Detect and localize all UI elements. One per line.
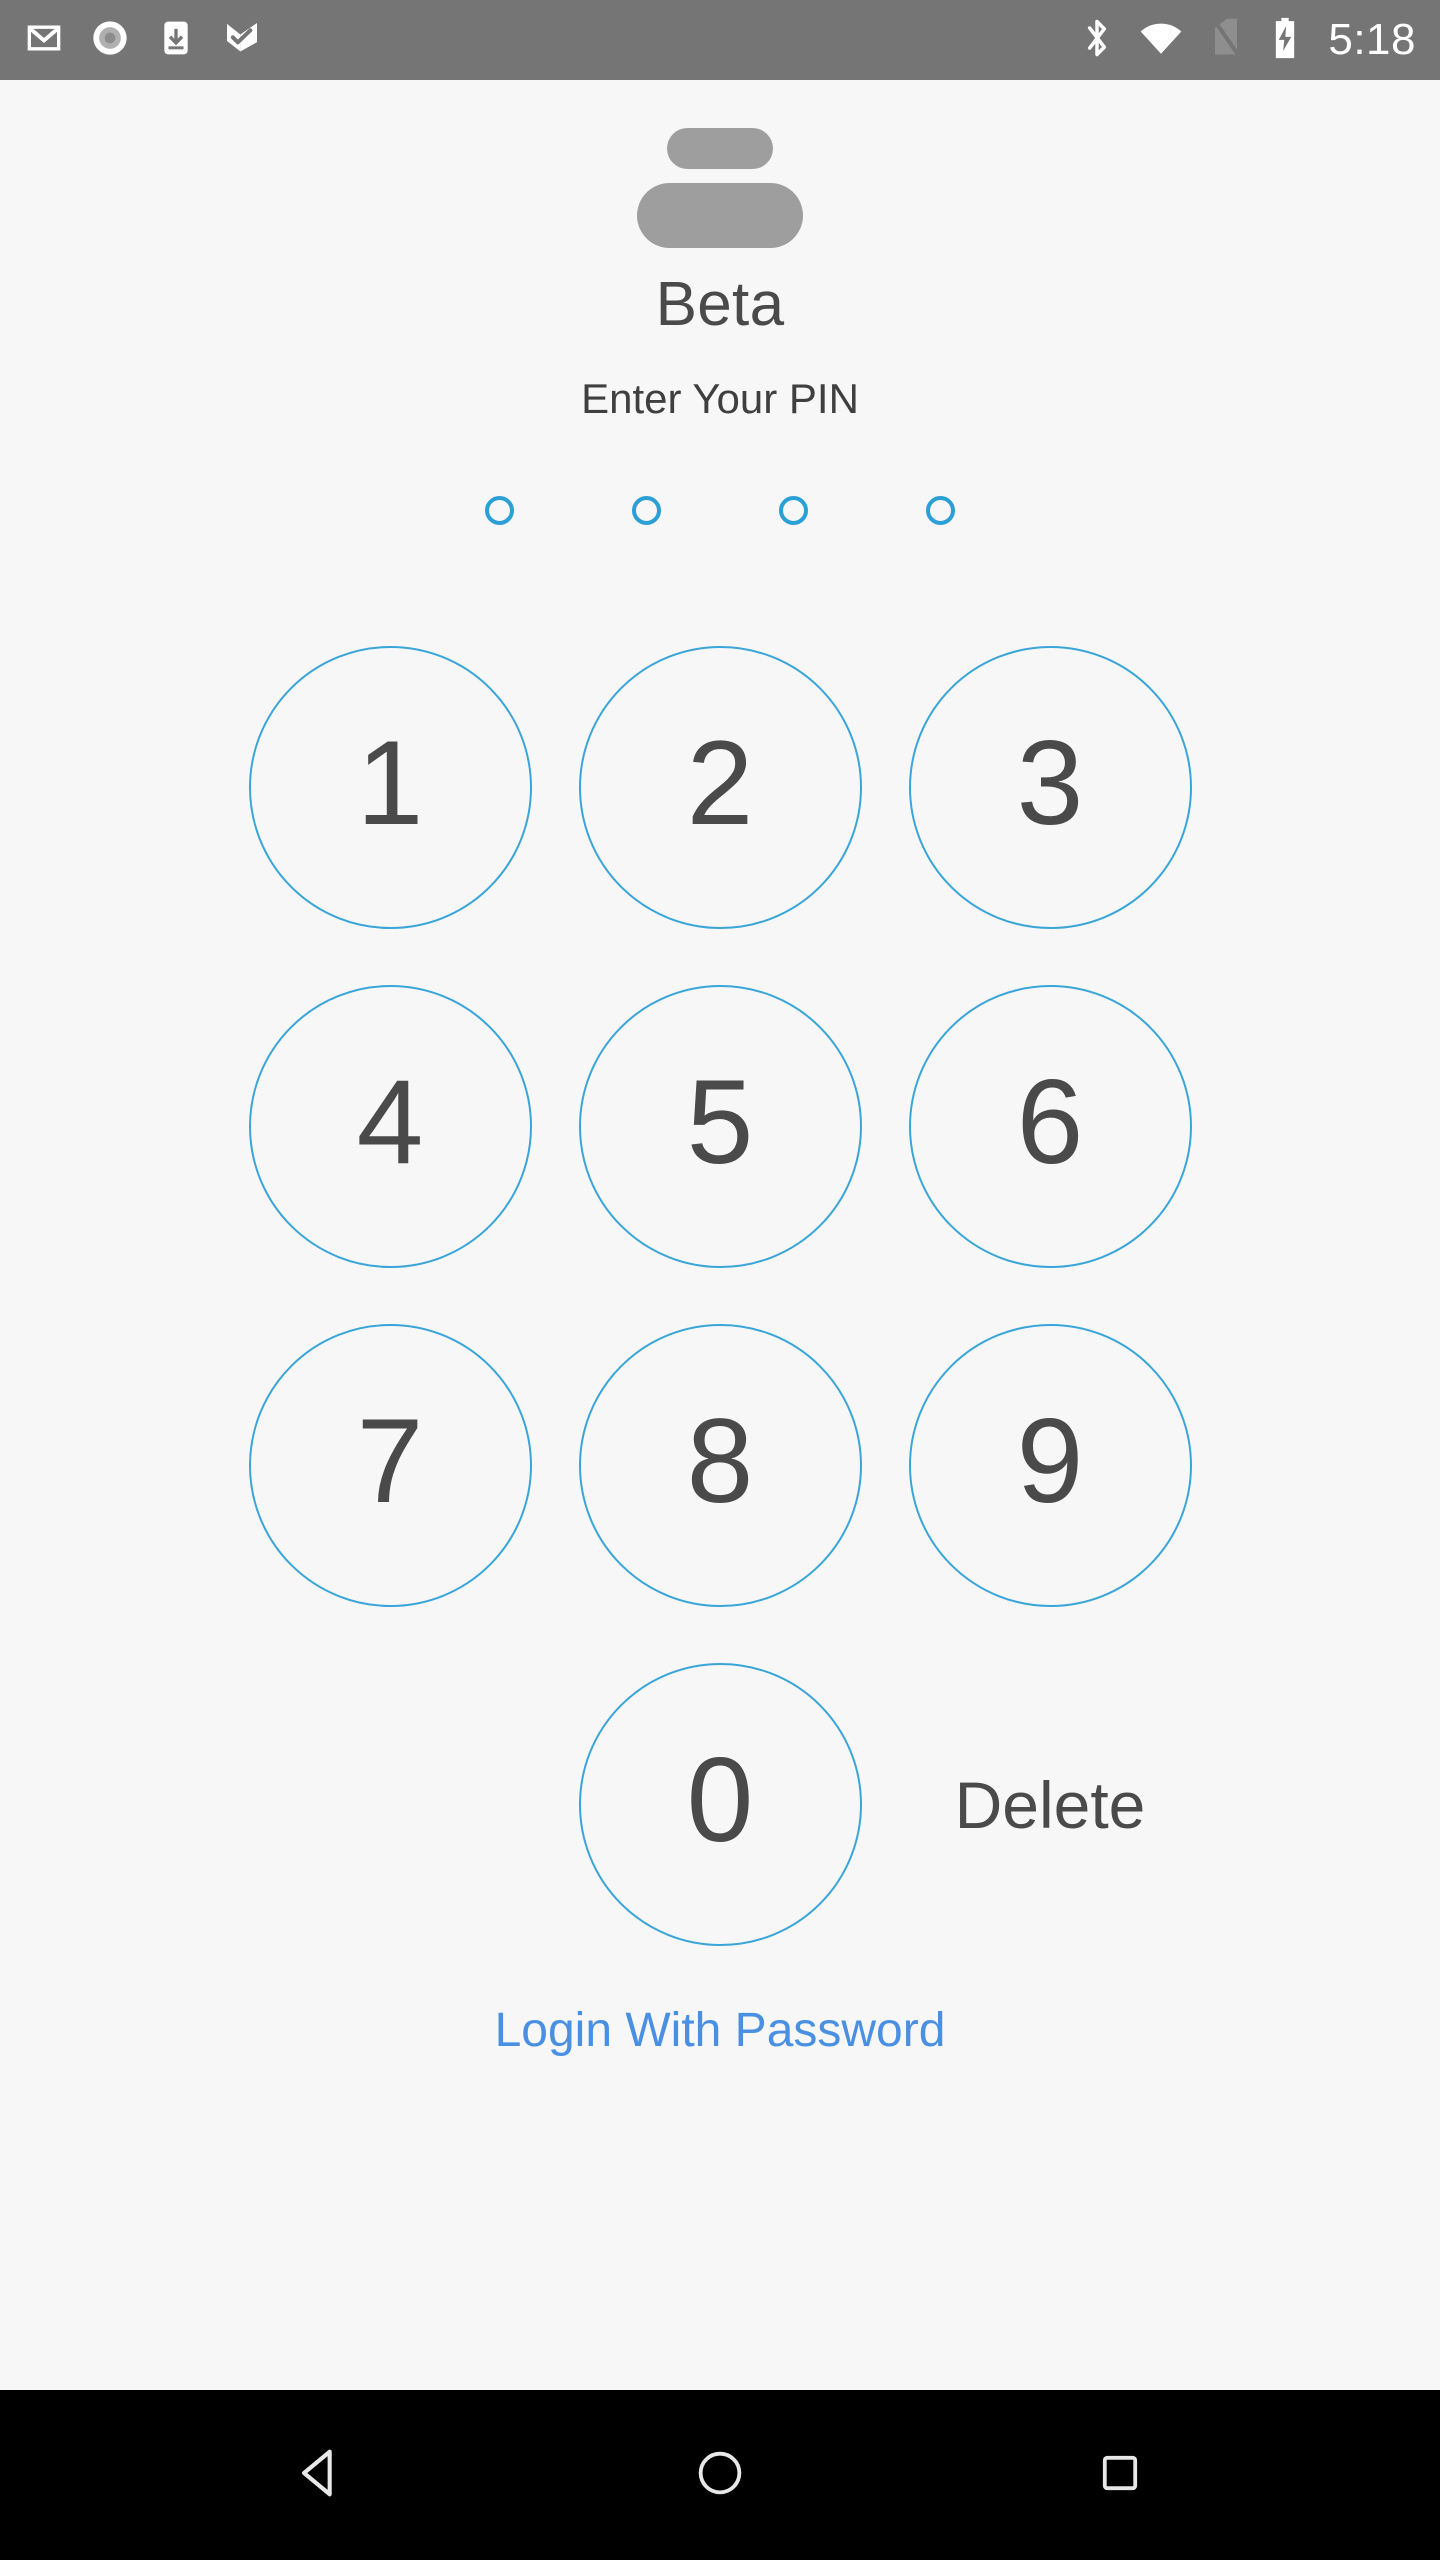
keypad-key-2[interactable]: 2 (578, 646, 862, 929)
wifi-icon (1138, 18, 1184, 63)
pin-entry-screen: Beta Enter Your PIN 1 2 3 4 5 6 7 8 9 0 … (0, 80, 1440, 2390)
recents-square-icon (1096, 2449, 1144, 2502)
recents-button[interactable] (1050, 2405, 1190, 2545)
tasks-check-icon (222, 18, 262, 63)
app-logo (630, 128, 810, 248)
pin-prompt: Enter Your PIN (581, 375, 859, 422)
back-triangle-icon (291, 2444, 349, 2507)
logo-bar-bottom (637, 183, 803, 248)
keypad-key-1[interactable]: 1 (248, 646, 532, 929)
status-bar: 5:18 (0, 0, 1440, 80)
phone-screen: 5:18 Beta Enter Your PIN 1 2 3 4 5 6 7 8… (0, 0, 1440, 2560)
keypad-spacer (249, 1663, 532, 1946)
pin-dot-1 (485, 496, 514, 525)
keypad-key-6[interactable]: 6 (908, 985, 1192, 1268)
home-button[interactable] (650, 2405, 790, 2545)
keypad-key-7[interactable]: 7 (248, 1324, 532, 1607)
keypad-key-0[interactable]: 0 (578, 1663, 862, 1946)
home-circle-icon (693, 2446, 747, 2505)
keypad-key-8[interactable]: 8 (578, 1324, 862, 1607)
gmail-icon (24, 18, 64, 63)
bluetooth-icon (1078, 16, 1116, 65)
battery-charging-icon (1268, 16, 1302, 65)
status-bar-left-icons (24, 18, 262, 63)
record-icon (90, 18, 130, 63)
pin-dot-3 (779, 496, 808, 525)
android-navigation-bar (0, 2390, 1440, 2560)
keypad-key-9[interactable]: 9 (908, 1324, 1192, 1607)
logo-bar-top (667, 128, 773, 170)
app-title: Beta (655, 270, 785, 339)
keypad-key-3[interactable]: 3 (908, 646, 1192, 929)
pin-indicator-group (485, 496, 955, 525)
keypad-key-5[interactable]: 5 (578, 985, 862, 1268)
pin-keypad: 1 2 3 4 5 6 7 8 9 0 Delete (225, 645, 1215, 1947)
keypad-key-4[interactable]: 4 (248, 985, 532, 1268)
pin-dot-2 (632, 496, 661, 525)
status-bar-clock: 5:18 (1328, 15, 1416, 64)
back-button[interactable] (250, 2405, 390, 2545)
status-bar-right-icons: 5:18 (1078, 16, 1416, 65)
pin-dot-4 (926, 496, 955, 525)
login-with-password-link[interactable]: Login With Password (495, 2007, 946, 2055)
no-sim-icon (1206, 16, 1246, 65)
download-icon (156, 18, 196, 63)
keypad-delete-button[interactable]: Delete (909, 1663, 1192, 1946)
